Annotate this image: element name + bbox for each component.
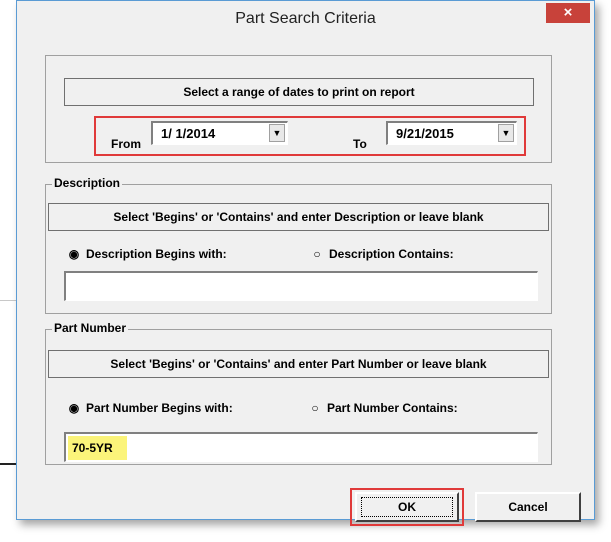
part-number-begins-radio[interactable]: ◉ Part Number Begins with:	[68, 401, 233, 415]
from-date-dropdown[interactable]: 1/ 1/2014 ▼	[151, 121, 288, 145]
chevron-down-icon[interactable]: ▼	[269, 124, 285, 142]
description-group: Description Select 'Begins' or 'Contains…	[45, 176, 552, 314]
radio-unselected-icon: ○	[311, 401, 319, 415]
from-label: From	[111, 137, 141, 151]
part-number-begins-label: Part Number Begins with:	[86, 401, 233, 415]
part-number-hint: Select 'Begins' or 'Contains' and enter …	[48, 350, 549, 378]
title-bar: Part Search Criteria ×	[17, 1, 594, 39]
radio-unselected-icon: ○	[313, 247, 321, 261]
part-number-contains-label: Part Number Contains:	[327, 401, 458, 415]
dialog-title: Part Search Criteria	[235, 10, 376, 27]
from-date-value: 1/ 1/2014	[161, 126, 216, 141]
radio-selected-icon: ◉	[68, 247, 80, 261]
description-contains-label: Description Contains:	[329, 247, 454, 261]
description-legend: Description	[52, 176, 123, 190]
close-button[interactable]: ×	[546, 3, 590, 23]
part-number-contains-radio[interactable]: ○ Part Number Contains:	[309, 401, 458, 415]
description-begins-radio[interactable]: ◉ Description Begins with:	[68, 247, 227, 261]
to-date-value: 9/21/2015	[396, 126, 454, 141]
background-divider	[0, 300, 16, 301]
to-date-dropdown[interactable]: 9/21/2015 ▼	[386, 121, 517, 145]
description-contains-radio[interactable]: ○ Description Contains:	[311, 247, 454, 261]
focus-ring	[361, 497, 453, 517]
to-label: To	[353, 137, 367, 151]
description-begins-label: Description Begins with:	[86, 247, 227, 261]
part-number-value: 70-5YR	[68, 436, 127, 460]
dialog-window: Part Search Criteria × Select a range of…	[16, 0, 595, 526]
chevron-down-icon[interactable]: ▼	[498, 124, 514, 142]
part-number-input[interactable]: 70-5YR	[64, 432, 538, 462]
part-number-group: Part Number Select 'Begins' or 'Contains…	[45, 321, 552, 465]
background-divider	[0, 463, 16, 465]
part-number-legend: Part Number	[52, 321, 129, 335]
radio-selected-icon: ◉	[68, 401, 80, 415]
date-range-group: Select a range of dates to print on repo…	[45, 55, 552, 163]
description-input[interactable]	[64, 271, 538, 301]
date-range-hint: Select a range of dates to print on repo…	[64, 78, 534, 106]
ok-button[interactable]: OK	[355, 492, 459, 522]
description-hint: Select 'Begins' or 'Contains' and enter …	[48, 203, 549, 231]
cancel-button[interactable]: Cancel	[475, 492, 581, 522]
